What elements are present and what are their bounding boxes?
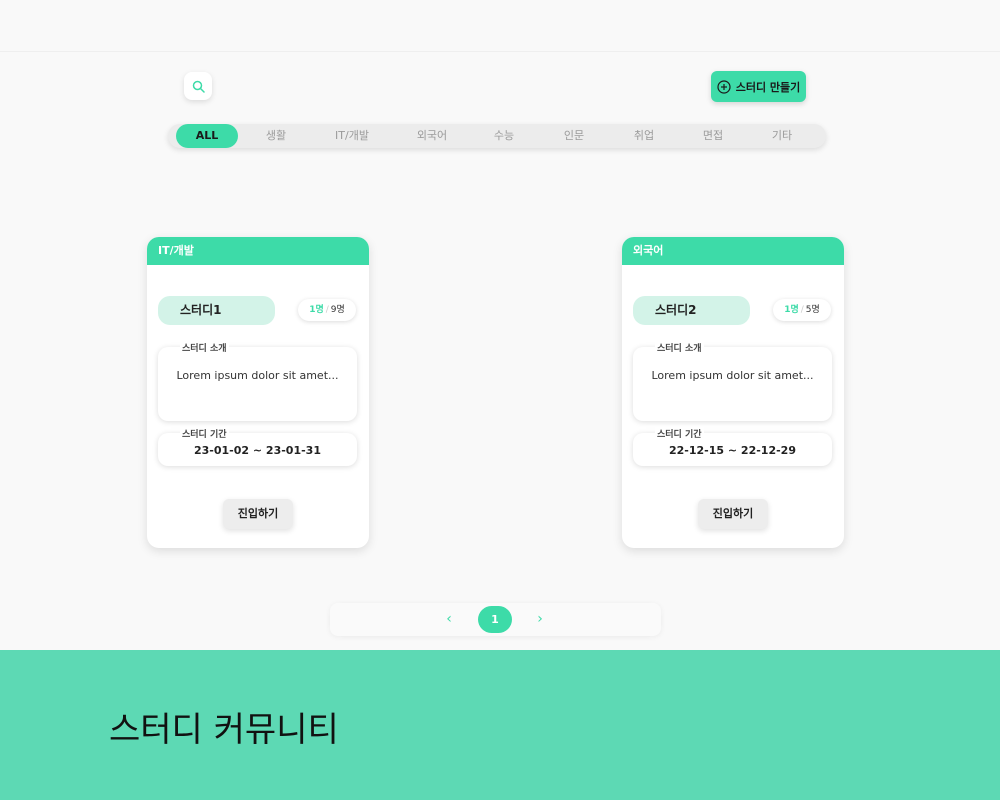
category-tab-employment[interactable]: 취업 [614,124,674,148]
study-card: 외국어 스터디2 1명/5명 스터디 소개 Lorem ipsum dolor … [622,237,844,548]
intro-text: Lorem ipsum dolor sit amet... [176,369,339,382]
search-button[interactable] [184,72,212,100]
footer-title: 스터디 커뮤니티 [109,710,339,750]
category-tab-humanities[interactable]: 인문 [544,124,604,148]
period-label: 스터디 기간 [180,427,229,440]
category-tab-life[interactable]: 생활 [246,124,306,148]
member-count: 1명/5명 [773,299,831,321]
create-study-button[interactable]: 스터디 만들기 [711,71,806,102]
period-box: 스터디 기간 22-12-15 ~ 22-12-29 [633,427,832,466]
category-filter-bar: ALL 생활 IT/개발 외국어 수능 인문 취업 면접 기타 [168,124,826,148]
category-tab-etc[interactable]: 기타 [752,124,812,148]
chevron-right-icon[interactable]: › [530,609,550,629]
category-tab-it[interactable]: IT/개발 [320,124,384,148]
create-study-label: 스터디 만들기 [735,80,801,94]
top-bar [0,0,1000,52]
study-card: IT/개발 스터디1 1명/9명 스터디 소개 Lorem ipsum dolo… [147,237,369,548]
enter-button[interactable]: 진입하기 [698,499,768,529]
intro-label: 스터디 소개 [655,341,704,354]
member-current: 1명 [784,305,799,315]
search-icon [192,80,205,93]
plus-circle-icon [717,79,731,94]
member-current: 1명 [309,305,324,315]
period-label: 스터디 기간 [655,427,704,440]
page-button-current[interactable]: 1 [478,606,512,633]
enter-button[interactable]: 진입하기 [223,499,293,529]
card-category: IT/개발 [147,237,369,265]
period-text: 22-12-15 ~ 22-12-29 [669,444,796,457]
category-tab-interview[interactable]: 면접 [683,124,743,148]
footer-banner: 스터디 커뮤니티 [0,650,1000,800]
member-max: 9명 [330,305,345,315]
intro-box: 스터디 소개 Lorem ipsum dolor sit amet... [633,341,832,421]
intro-text: Lorem ipsum dolor sit amet... [651,369,814,382]
card-category: 외국어 [622,237,844,265]
intro-label: 스터디 소개 [180,341,229,354]
chevron-left-icon[interactable]: ‹ [439,609,459,629]
period-box: 스터디 기간 23-01-02 ~ 23-01-31 [158,427,357,466]
study-name: 스터디2 [633,296,750,325]
study-name: 스터디1 [158,296,275,325]
member-count: 1명/9명 [298,299,356,321]
category-tab-all[interactable]: ALL [176,124,238,148]
member-max: 5명 [805,305,820,315]
period-text: 23-01-02 ~ 23-01-31 [194,444,321,457]
pagination: ‹ 1 › [330,603,661,636]
category-tab-language[interactable]: 외국어 [400,124,464,148]
category-tab-suneung[interactable]: 수능 [474,124,534,148]
intro-box: 스터디 소개 Lorem ipsum dolor sit amet... [158,341,357,421]
